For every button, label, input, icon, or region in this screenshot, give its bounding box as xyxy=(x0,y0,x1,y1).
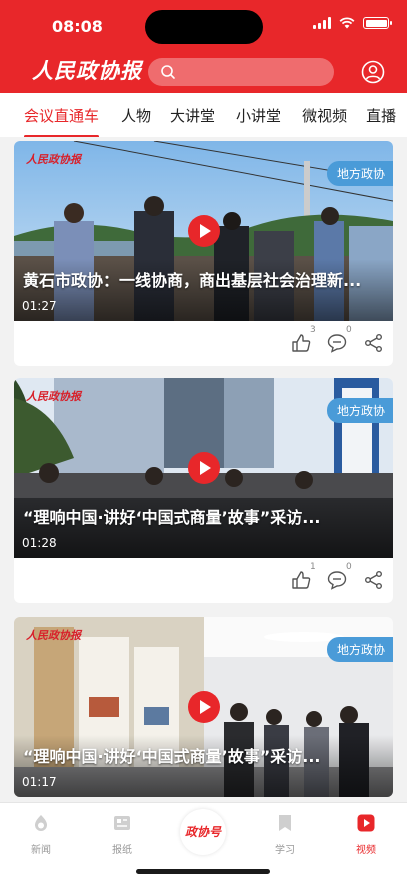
tab-live[interactable]: 直播 xyxy=(366,105,396,126)
video-icon xyxy=(357,814,375,832)
comment-count: 0 xyxy=(346,325,352,335)
video-thumbnail[interactable]: 人民政协报 地方政协 “理响中国·讲好‘中国式商量’故事”采访... 01:17 xyxy=(14,617,393,797)
watermark-logo: 人民政协报 xyxy=(26,390,81,403)
video-duration: 01:28 xyxy=(22,536,57,550)
newspaper-icon xyxy=(114,816,130,830)
battery-icon xyxy=(363,17,392,29)
wifi-icon xyxy=(339,17,355,29)
nav-news[interactable]: 新闻 xyxy=(16,813,66,856)
watermark-logo: 人民政协报 xyxy=(26,629,81,642)
video-feed: 人民政协报 地方政协 黄石市政协：一线协商，商出基层社会治理新... 01:27… xyxy=(0,137,407,802)
video-title: “理响中国·讲好‘中国式商量’故事”采访... xyxy=(23,747,321,766)
like-count: 1 xyxy=(310,562,316,572)
tab-micro-video[interactable]: 微视频 xyxy=(302,105,347,126)
video-thumbnail[interactable]: 人民政协报 地方政协 “理响中国·讲好‘中国式商量’故事”采访... 01:28 xyxy=(14,378,393,558)
category-tabs: 会议直通车 人物 大讲堂 小讲堂 微视频 直播 xyxy=(0,93,407,137)
card-actions: 3 0 xyxy=(14,321,393,366)
category-tag: 地方政协 xyxy=(326,161,393,186)
category-tag: 地方政协 xyxy=(326,637,393,662)
share-icon[interactable] xyxy=(363,332,385,354)
tab-lecture-hall[interactable]: 大讲堂 xyxy=(170,105,215,126)
like-icon[interactable] xyxy=(290,569,312,591)
search-icon xyxy=(161,65,175,79)
status-time: 08:08 xyxy=(52,17,103,36)
comment-icon[interactable] xyxy=(326,332,348,354)
video-title: 黄石市政协：一线协商，商出基层社会治理新... xyxy=(23,271,362,290)
video-duration: 01:27 xyxy=(22,299,57,313)
video-card[interactable]: 人民政协报 地方政协 “理响中国·讲好‘中国式商量’故事”采访... 01:28… xyxy=(14,378,393,603)
study-icon xyxy=(279,815,291,831)
play-button[interactable] xyxy=(188,452,220,484)
share-icon[interactable] xyxy=(363,569,385,591)
comment-icon[interactable] xyxy=(326,569,348,591)
nav-study[interactable]: 学习 xyxy=(260,813,310,856)
user-profile-icon[interactable] xyxy=(361,60,385,84)
category-tag: 地方政协 xyxy=(326,398,393,423)
video-card[interactable]: 人民政协报 地方政协 黄石市政协：一线协商，商出基层社会治理新... 01:27… xyxy=(14,141,393,366)
comment-count: 0 xyxy=(346,562,352,572)
card-actions: 1 0 xyxy=(14,558,393,603)
tab-mini-lecture[interactable]: 小讲堂 xyxy=(236,105,281,126)
video-thumbnail[interactable]: 人民政协报 地方政协 黄石市政协：一线协商，商出基层社会治理新... 01:27 xyxy=(14,141,393,321)
video-title: “理响中国·讲好‘中国式商量’故事”采访... xyxy=(23,508,321,527)
tab-meeting[interactable]: 会议直通车 xyxy=(24,105,100,137)
home-indicator xyxy=(136,869,270,874)
search-input[interactable] xyxy=(182,62,322,82)
nav-newspaper[interactable]: 报纸 xyxy=(97,813,147,856)
center-zhengxie-button[interactable]: 政协号 xyxy=(180,809,226,855)
app-header: 08:08 人民政协报 xyxy=(0,0,407,93)
video-card[interactable]: 人民政协报 地方政协 “理响中国·讲好‘中国式商量’故事”采访... 01:17 xyxy=(14,617,393,797)
dynamic-island xyxy=(145,10,263,44)
nav-video[interactable]: 视频 xyxy=(341,813,391,856)
tab-people[interactable]: 人物 xyxy=(121,105,151,126)
video-duration: 01:17 xyxy=(22,775,57,789)
like-icon[interactable] xyxy=(290,332,312,354)
search-bar[interactable] xyxy=(148,58,334,86)
status-icons xyxy=(313,17,392,29)
play-button[interactable] xyxy=(188,215,220,247)
news-icon xyxy=(35,815,47,831)
like-count: 3 xyxy=(310,325,316,335)
play-button[interactable] xyxy=(188,691,220,723)
app-logo[interactable]: 人民政协报 xyxy=(32,55,142,85)
watermark-logo: 人民政协报 xyxy=(26,153,81,166)
signal-icon xyxy=(313,17,331,29)
